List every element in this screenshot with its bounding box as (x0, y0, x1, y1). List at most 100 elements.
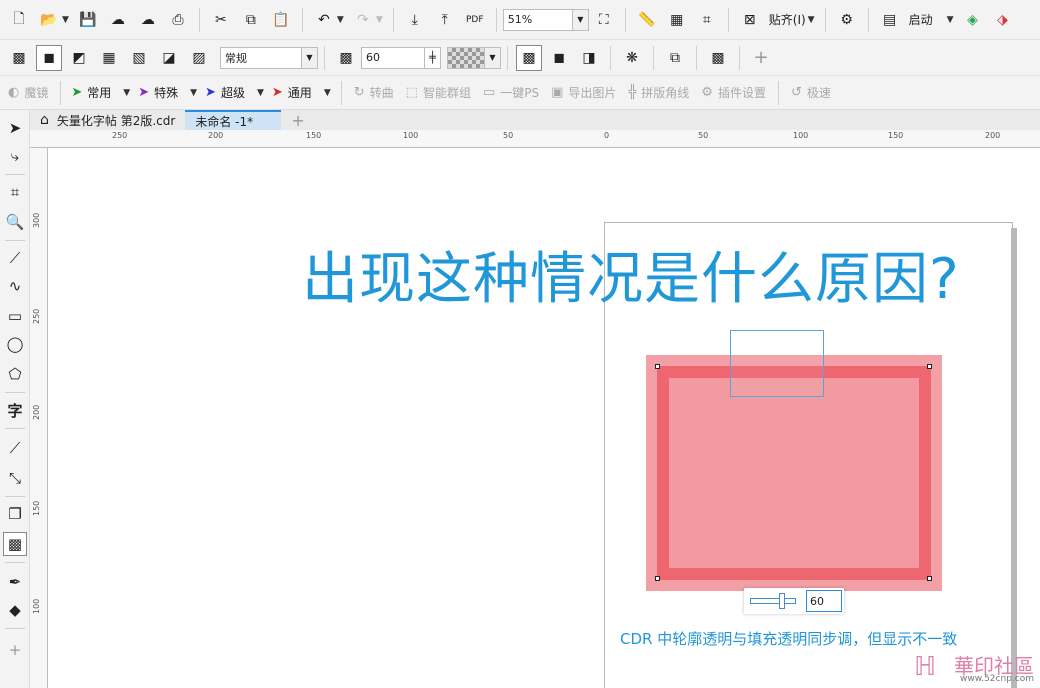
connector-tool-icon[interactable]: ⤡ (3, 466, 27, 490)
apply-to-outline-icon[interactable]: ◨ (576, 45, 602, 71)
parallel-dimension-tool-icon[interactable]: ⟋ (3, 436, 27, 460)
open-folder-icon[interactable]: 📂 (36, 7, 62, 33)
snap-dropdown-icon[interactable]: ▼ (808, 15, 815, 25)
slider-track[interactable] (750, 593, 796, 609)
pick-tool-icon[interactable]: ➤ (3, 116, 27, 140)
new-tab-button[interactable]: + (281, 110, 314, 130)
interactive-fill-tool-icon[interactable]: ◆ (3, 598, 27, 622)
drawing-canvas[interactable]: 出现这种情况是什么原因? 60 CDR 中轮廓透明与填充透明同步调，但显示不一致… (48, 148, 1040, 688)
artistic-media-tool-icon[interactable]: ∿ (3, 274, 27, 298)
export-icon[interactable]: ⤒ (432, 7, 458, 33)
merge-mode-combo[interactable]: 常规 ▼ (220, 46, 318, 69)
pdf-export-icon[interactable]: PDF (462, 7, 488, 33)
text-tool-icon[interactable]: 字 (3, 398, 27, 422)
add-icon[interactable]: + (748, 45, 774, 71)
copy-icon[interactable]: ⧉ (238, 7, 264, 33)
tab-document-2[interactable]: 未命名 -1* (185, 110, 282, 130)
rectangle-tool-icon[interactable]: ▭ (3, 304, 27, 328)
general-dropdown-icon[interactable]: ▼ (324, 88, 331, 98)
selection-handle[interactable] (927, 364, 932, 369)
super-dropdown-icon[interactable]: ▼ (257, 88, 264, 98)
show-rulers-icon[interactable]: 📏 (634, 7, 660, 33)
plugin-speed[interactable]: ↺ 极速 (791, 84, 831, 101)
plugin-special[interactable]: ➤ 特殊 (138, 84, 178, 101)
transparency-bitmap-pattern-icon[interactable]: ▧ (126, 45, 152, 71)
redo-dropdown-icon[interactable]: ▼ (376, 15, 383, 25)
print-icon[interactable]: ⎙ (165, 7, 191, 33)
undo-dropdown-icon[interactable]: ▼ (337, 15, 344, 25)
edit-transparency-icon[interactable]: ▩ (705, 45, 731, 71)
plugin-crop-marks[interactable]: ╬ 拼版角线 (628, 84, 689, 101)
plugin-general[interactable]: ➤ 通用 (272, 84, 312, 101)
show-guidelines-icon[interactable]: ⌗ (694, 7, 720, 33)
freeze-transparency-icon[interactable]: ❋ (619, 45, 645, 71)
redo-icon[interactable]: ↷ (350, 7, 376, 33)
move-diamond-icon[interactable]: ◈ (960, 7, 986, 33)
drop-shadow-tool-icon[interactable]: ❐ (3, 502, 27, 526)
chevron-down-icon[interactable]: ▼ (571, 9, 588, 30)
freehand-tool-icon[interactable]: ⟋ (3, 246, 27, 270)
tag-icon[interactable]: ⬗ (990, 7, 1016, 33)
plugin-mirror[interactable]: ◐ 魔镜 (8, 84, 48, 101)
transparency-none-icon[interactable]: ▩ (6, 45, 32, 71)
selection-handle[interactable] (927, 576, 932, 581)
slider-knob[interactable] (779, 593, 785, 609)
headline-text[interactable]: 出现这种情况是什么原因? (302, 234, 960, 315)
ellipse-tool-icon[interactable]: ◯ (3, 332, 27, 356)
eyedropper-tool-icon[interactable]: ✒ (3, 570, 27, 594)
crop-tool-icon[interactable]: ⌗ (3, 180, 27, 204)
launch-dropdown-icon[interactable]: ▼ (947, 15, 954, 25)
show-grid-icon[interactable]: ▦ (664, 7, 690, 33)
transparency-fountain-icon[interactable]: ◩ (66, 45, 92, 71)
polygon-tool-icon[interactable]: ⬠ (3, 362, 27, 386)
new-document-icon[interactable]: 🗋 (6, 7, 32, 33)
transparency-slider-widget[interactable]: 60 (744, 588, 844, 614)
shape-tool-icon[interactable]: ⤷ (3, 144, 27, 168)
snap-to-button[interactable]: 贴齐(I) (769, 11, 806, 28)
transparency-slider-icon[interactable]: ╪ (424, 47, 440, 68)
slider-value-input[interactable]: 60 (806, 590, 842, 612)
pattern-preview-combo[interactable]: ▼ (447, 46, 501, 69)
transparency-two-color-icon[interactable]: ◪ (156, 45, 182, 71)
launch-app-icon[interactable]: ▤ (877, 7, 903, 33)
chevron-down-icon[interactable]: ▼ (301, 47, 317, 68)
transparency-tool-icon[interactable]: ▩ (3, 532, 27, 556)
add-icon[interactable]: + (3, 638, 27, 662)
special-dropdown-icon[interactable]: ▼ (190, 88, 197, 98)
transparency-texture-icon[interactable]: ▨ (186, 45, 212, 71)
plugin-convert-curves[interactable]: ↻ 转曲 (354, 84, 394, 101)
cloud-upload-icon[interactable]: ☁ (105, 7, 131, 33)
transparency-handle-box[interactable] (730, 330, 824, 397)
selection-handle[interactable] (655, 364, 660, 369)
transparency-vector-pattern-icon[interactable]: ▦ (96, 45, 122, 71)
full-screen-icon[interactable]: ⛶ (591, 7, 617, 33)
cut-icon[interactable]: ✂ (208, 7, 234, 33)
transparency-input[interactable]: 60 ╪ (361, 46, 441, 69)
apply-to-fill-icon[interactable]: ◼ (546, 45, 572, 71)
launch-button[interactable]: 启动 (909, 11, 933, 28)
zoom-level-combo[interactable]: 51% ▼ (502, 8, 589, 31)
plugin-export-image[interactable]: ▣ 导出图片 (551, 84, 616, 101)
vertical-ruler[interactable]: 300 250 200 150 100 (30, 148, 48, 688)
plugin-super[interactable]: ➤ 超级 (205, 84, 245, 101)
paste-icon[interactable]: 📋 (268, 7, 294, 33)
save-icon[interactable]: 💾 (75, 7, 101, 33)
open-dropdown-icon[interactable]: ▼ (62, 15, 69, 25)
plugin-one-click-ps[interactable]: ▭ 一键PS (483, 84, 539, 101)
common-dropdown-icon[interactable]: ▼ (123, 88, 130, 98)
plugin-settings[interactable]: ⚙ 插件设置 (701, 84, 766, 101)
gear-icon[interactable]: ⚙ (834, 7, 860, 33)
plugin-smart-group[interactable]: ⬚ 智能群组 (406, 84, 471, 101)
transparency-uniform-icon[interactable]: ◼ (36, 44, 62, 71)
plugin-common[interactable]: ➤ 常用 (71, 84, 111, 101)
snap-off-icon[interactable]: ⊠ (737, 7, 763, 33)
import-icon[interactable]: ⤓ (402, 7, 428, 33)
chevron-down-icon[interactable]: ▼ (484, 47, 500, 68)
copy-transparency-icon[interactable]: ⧉ (662, 45, 688, 71)
cloud-sync-icon[interactable]: ☁ (135, 7, 161, 33)
zoom-tool-icon[interactable]: 🔍 (3, 210, 27, 234)
caption-text[interactable]: CDR 中轮廓透明与填充透明同步调，但显示不一致 (620, 628, 957, 649)
apply-to-all-icon[interactable]: ▩ (516, 44, 542, 71)
undo-icon[interactable]: ↶ (311, 7, 337, 33)
selection-handle[interactable] (655, 576, 660, 581)
